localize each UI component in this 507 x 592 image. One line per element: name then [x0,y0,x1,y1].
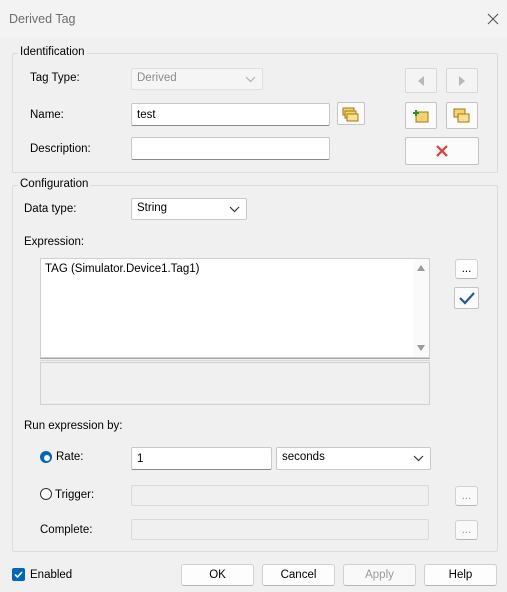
rate-field[interactable] [131,447,272,470]
chevron-down-icon [413,455,424,462]
close-icon[interactable] [484,10,502,28]
trigger-field[interactable] [131,485,429,506]
browse-name-button[interactable] [337,102,365,125]
splitter[interactable] [40,358,430,361]
delete-button[interactable] [405,137,479,165]
chevron-down-icon [229,206,240,213]
cancel-button[interactable]: Cancel [262,564,335,586]
expression-browse-button[interactable]: ... [455,259,478,279]
identification-legend: Identification [18,46,87,58]
configuration-legend: Configuration [18,178,91,190]
data-type-select[interactable]: String [131,198,247,220]
trigger-label: Trigger: [55,489,95,501]
tag-type-select[interactable]: Derived [131,68,263,90]
next-button[interactable] [446,68,478,93]
arrow-left-icon [418,75,424,86]
window-title: Derived Tag [9,12,76,26]
arrow-right-icon [459,75,465,86]
duplicate-tag-icon [453,108,470,122]
checkmark-icon [14,571,23,579]
name-field[interactable] [131,103,330,126]
data-type-value: String [137,202,168,214]
new-tag-icon [413,109,429,122]
previous-button[interactable] [405,68,437,93]
help-button[interactable]: Help [424,564,497,586]
chevron-down-icon [245,76,256,83]
expression-output-panel [40,362,430,405]
tag-type-label: Tag Type: [30,72,80,84]
title-bar [0,0,507,38]
expression-text: TAG (Simulator.Device1.Tag1) [45,263,200,275]
description-field[interactable] [131,137,330,160]
complete-browse-button[interactable]: ... [455,520,478,540]
duplicate-tag-button[interactable] [446,102,478,129]
data-type-label: Data type: [24,203,77,215]
ok-button[interactable]: OK [181,564,254,586]
description-label: Description: [30,143,91,155]
rate-unit-select[interactable]: seconds [276,447,431,470]
new-tag-button[interactable] [405,102,437,129]
rate-unit-value: seconds [282,451,325,463]
trigger-browse-button[interactable]: ... [455,486,478,506]
enabled-label: Enabled [30,569,73,581]
delete-x-icon [436,145,448,157]
complete-label: Complete: [40,524,93,536]
apply-button[interactable]: Apply [343,564,416,586]
expression-editor[interactable]: TAG (Simulator.Device1.Tag1) [40,258,430,358]
tag-browse-icon [342,107,359,121]
expression-scrollbar[interactable] [413,259,429,357]
rate-label: Rate: [56,451,84,463]
tag-type-value: Derived [137,72,177,84]
complete-field[interactable] [131,519,429,540]
validate-expression-button[interactable] [454,287,479,309]
scroll-down-icon[interactable] [417,345,425,351]
rate-radio[interactable] [40,451,52,463]
name-label: Name: [30,109,64,121]
checkmark-icon [458,292,475,305]
enabled-checkbox[interactable] [12,568,25,581]
scroll-up-icon[interactable] [417,265,425,271]
expression-label: Expression: [24,236,85,248]
run-expression-label: Run expression by: [24,420,123,432]
trigger-radio[interactable] [40,488,52,500]
